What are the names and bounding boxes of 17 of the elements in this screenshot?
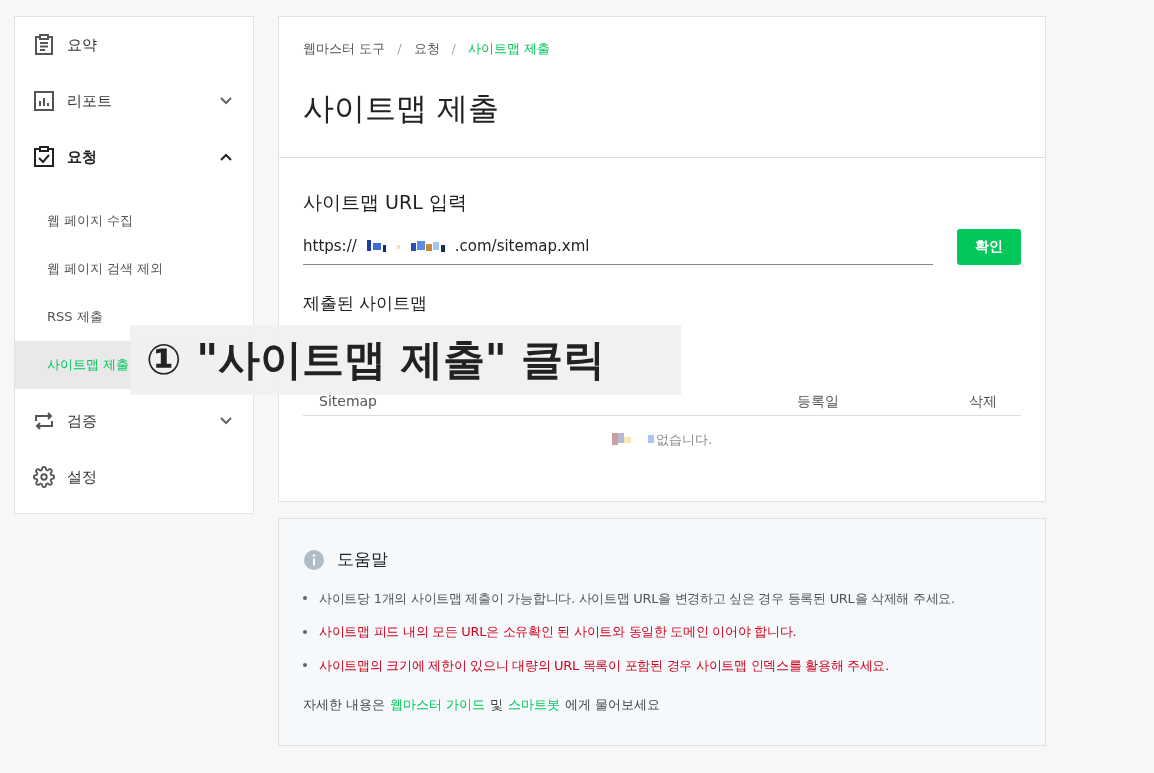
- help-title: 도움말: [337, 548, 388, 571]
- help-text: 사이트맵 피드 내의 모든 URL은 소유확인 된 사이트와 동일한 도메인 이어야 합니다.: [319, 623, 797, 641]
- help-text: 사이트맵의 크기에 제한이 있으니 대량의 URL 목록이 포함된 경우 사이트맵 인덱스를 활용해 주세요.: [319, 656, 889, 675]
- breadcrumb-separator: /: [397, 40, 402, 58]
- page-title: 사이트맵 제출: [302, 88, 500, 128]
- empty-message: 없습니다.: [655, 431, 713, 450]
- help-text: 자세한 내용은: [303, 696, 386, 714]
- help-text: 사이트당 1개의 사이트맵 제출이 가능합니다. 사이트맵 URL을 변경하고 싶은 경우 등록된 URL을 삭제해 주세요.: [319, 589, 955, 608]
- click-hint-tooltip: ① "사이트맵 제출" 클릭: [130, 325, 681, 395]
- column-header: Sitemap: [318, 392, 378, 411]
- column-header: 등록일: [796, 392, 840, 411]
- help-text: 및: [490, 696, 504, 714]
- section-title: 사이트맵 URL 입력: [303, 190, 468, 215]
- help-text: 에게 물어보세요: [565, 696, 661, 714]
- breadcrumb-separator: /: [451, 40, 456, 58]
- section-title: 제출된 사이트맵: [303, 291, 429, 315]
- column-header: 삭제: [969, 392, 998, 411]
